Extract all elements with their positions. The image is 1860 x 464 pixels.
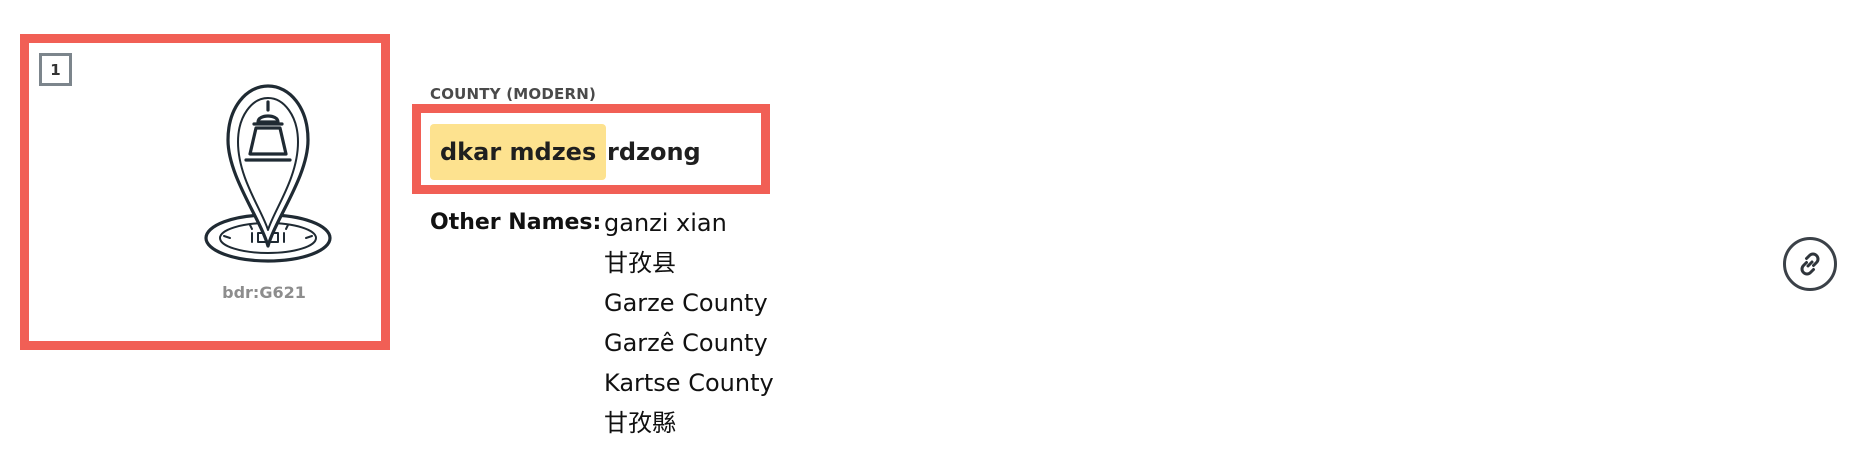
other-name-item: 甘孜縣 bbox=[604, 409, 676, 437]
place-pin-icon bbox=[192, 58, 344, 274]
permalink-button[interactable] bbox=[1783, 237, 1837, 291]
other-name-item: Kartse County bbox=[604, 369, 774, 397]
other-name-item: 甘孜县 bbox=[604, 249, 676, 277]
other-name-item: Garzê County bbox=[604, 329, 768, 357]
result-index: 1 bbox=[50, 60, 61, 79]
result-title-rest[interactable]: rdzong bbox=[607, 124, 701, 180]
result-type-label: COUNTY (MODERN) bbox=[430, 85, 597, 103]
other-names-list: ganzi xian 甘孜县 Garze County Garzê County… bbox=[604, 203, 774, 443]
result-index-badge: 1 bbox=[39, 53, 72, 86]
result-title-highlight[interactable]: dkar mdzes bbox=[430, 124, 607, 180]
link-icon bbox=[1800, 252, 1820, 276]
other-name-item: Garze County bbox=[604, 289, 768, 317]
other-names-label: Other Names: bbox=[430, 210, 602, 235]
other-name-item: ganzi xian bbox=[604, 209, 727, 237]
resource-id-label: bdr:G621 bbox=[222, 283, 306, 302]
